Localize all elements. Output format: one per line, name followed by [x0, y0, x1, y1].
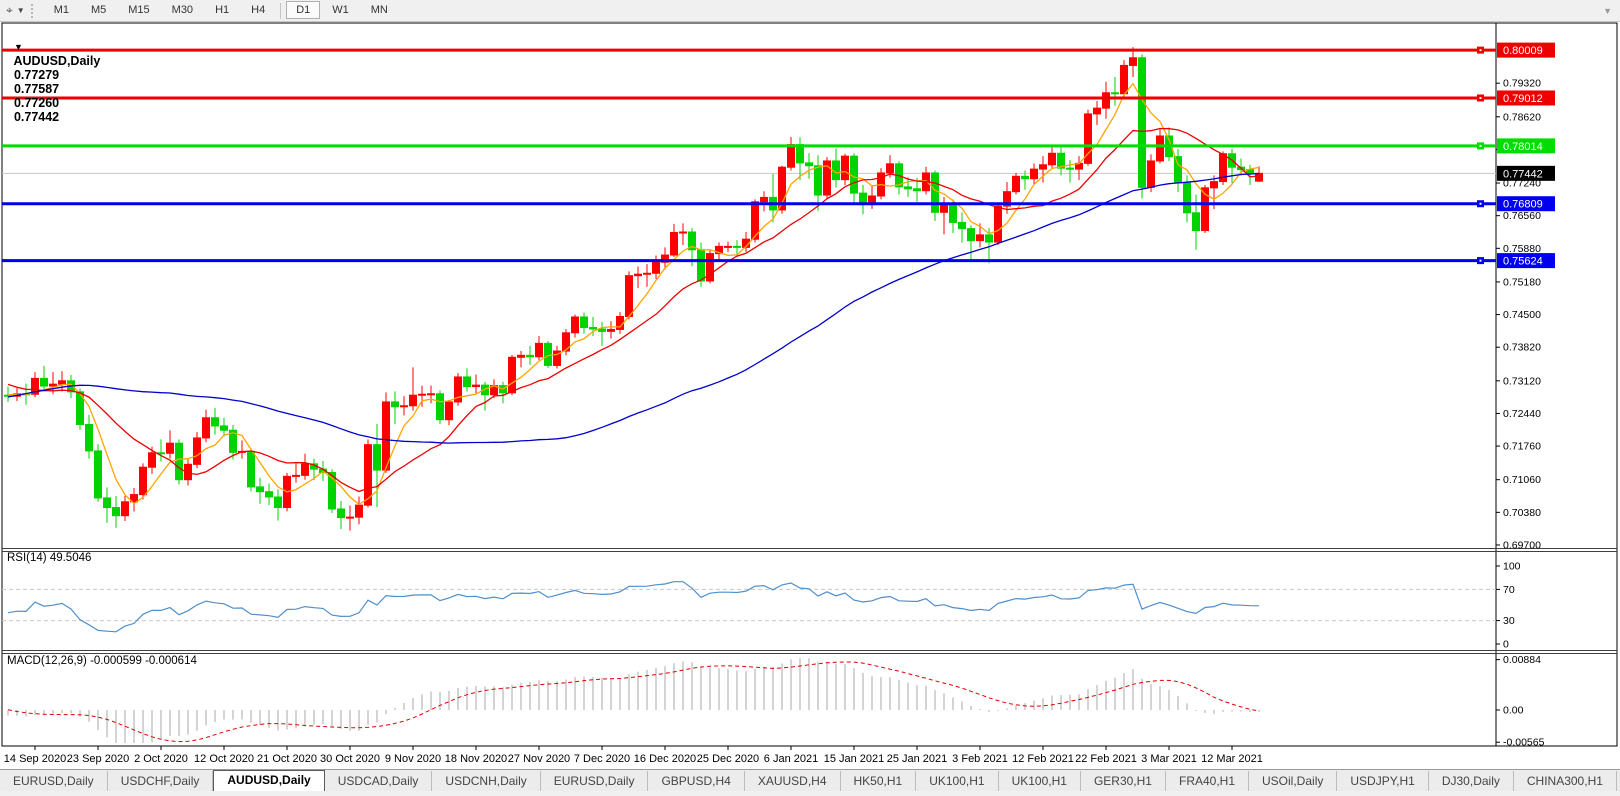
- tab-xauusd-h4[interactable]: XAUUSD,H4: [745, 771, 841, 792]
- date-tick-label: 25 Dec 2020: [697, 753, 759, 765]
- ohlc-low: 0.77260: [14, 96, 59, 110]
- date-tick-label: 12 Oct 2020: [194, 753, 254, 765]
- price-tick-label: 0.70380: [1503, 507, 1541, 519]
- date-tick-label: 22 Feb 2021: [1075, 753, 1137, 765]
- date-tick-label: 27 Nov 2020: [508, 753, 570, 765]
- rsi-tick-label: 0: [1503, 639, 1509, 651]
- date-tick-label: 16 Dec 2020: [634, 753, 696, 765]
- symbol-tabs: EURUSD,DailyUSDCHF,DailyAUDUSD,DailyUSDC…: [0, 770, 1620, 792]
- price-tick-label: 0.72440: [1503, 408, 1541, 420]
- date-tick-label: 23 Sep 2020: [67, 753, 129, 765]
- chart-title: ▼ AUDUSD,Daily 0.77279 0.77587 0.77260 0…: [7, 26, 100, 124]
- tab-ger30-h1[interactable]: GER30,H1: [1081, 771, 1166, 792]
- chart-title-symbol: AUDUSD,Daily: [13, 54, 100, 68]
- price-tick-label: 0.78620: [1503, 111, 1541, 123]
- date-tick-label: 9 Nov 2020: [385, 753, 441, 765]
- macd-indicator-label: MACD(12,26,9) -0.000599 -0.000614: [7, 655, 197, 667]
- date-tick-label: 2 Oct 2020: [134, 753, 188, 765]
- date-tick-label: 12 Mar 2021: [1201, 753, 1263, 765]
- current-price-badge-label: 0.77442: [1503, 168, 1543, 180]
- price-tick-label: 0.71760: [1503, 441, 1541, 453]
- tab-usoil-daily[interactable]: USOil,Daily: [1249, 771, 1337, 792]
- tab-fra40-h1[interactable]: FRA40,H1: [1166, 771, 1249, 792]
- price-tick-label: 0.73120: [1503, 375, 1541, 387]
- price-tick-label: 0.73820: [1503, 342, 1541, 354]
- ohlc-close: 0.77442: [14, 110, 59, 124]
- tab-uk100-h1[interactable]: UK100,H1: [999, 771, 1081, 792]
- date-tick-label: 14 Sep 2020: [4, 753, 66, 765]
- timeframe-button-h1[interactable]: H1: [205, 1, 239, 19]
- price-tick-label: 0.71060: [1503, 474, 1541, 486]
- tab-usdcad-daily[interactable]: USDCAD,Daily: [325, 771, 433, 792]
- timeframe-button-m5[interactable]: M5: [81, 1, 116, 19]
- date-tick-label: 3 Feb 2021: [952, 753, 1008, 765]
- date-tick-label: 21 Oct 2020: [257, 753, 317, 765]
- macd-tick-label: 0.00: [1503, 705, 1524, 717]
- window-bottom-strip: [0, 791, 1620, 796]
- price-chart-canvas[interactable]: 0.793200.786200.779400.772400.765600.758…: [0, 21, 1620, 769]
- date-tick-label: 15 Jan 2021: [824, 753, 885, 765]
- hline-price-badge-label: 0.78014: [1503, 141, 1543, 153]
- date-tick-label: 18 Nov 2020: [445, 753, 507, 765]
- timeframe-button-h4[interactable]: H4: [241, 1, 275, 19]
- symbol-tab-bar: EURUSD,DailyUSDCHF,DailyAUDUSD,DailyUSDC…: [0, 769, 1620, 792]
- hline-price-badge-label: 0.75624: [1503, 256, 1543, 268]
- chart-window-frame: [2, 23, 1617, 746]
- tab-hk50-h1[interactable]: HK50,H1: [841, 771, 917, 792]
- timeframe-toolbar: ⌖ ▼ M1M5M15M30H1H4 D1W1MN ▼: [0, 0, 1620, 22]
- price-tick-label: 0.75880: [1503, 243, 1541, 255]
- rsi-tick-label: 30: [1503, 615, 1515, 627]
- chevron-down-icon[interactable]: ▼: [17, 6, 29, 15]
- date-tick-label: 30 Oct 2020: [320, 753, 380, 765]
- rsi-tick-label: 70: [1503, 584, 1515, 596]
- price-tick-label: 0.76560: [1503, 210, 1541, 222]
- date-tick-label: 7 Dec 2020: [574, 753, 630, 765]
- date-tick-label: 25 Jan 2021: [887, 753, 948, 765]
- ohlc-high: 0.77587: [14, 82, 59, 96]
- timeframe-button-m1[interactable]: M1: [44, 1, 79, 19]
- timeframe-button-w1[interactable]: W1: [322, 1, 359, 19]
- rsi-tick-label: 100: [1503, 561, 1521, 573]
- tab-gbpusd-h4[interactable]: GBPUSD,H4: [648, 771, 744, 792]
- price-tick-label: 0.75180: [1503, 276, 1541, 288]
- tab-usdcnh-daily[interactable]: USDCNH,Daily: [432, 771, 540, 792]
- tab-audusd-daily[interactable]: AUDUSD,Daily: [213, 770, 324, 792]
- hline-price-badge-label: 0.76809: [1503, 199, 1543, 211]
- date-tick-label: 12 Feb 2021: [1012, 753, 1074, 765]
- timeframe-buttons: M1M5M15M30H1H4 D1W1MN: [43, 3, 399, 19]
- hline-price-badge-label: 0.80009: [1503, 45, 1543, 57]
- tab-usdjpy-h1[interactable]: USDJPY,H1: [1337, 771, 1428, 792]
- timeframe-button-d1[interactable]: D1: [286, 1, 320, 19]
- macd-tick-label: 0.00884: [1503, 654, 1541, 666]
- hline-price-badge-label: 0.79012: [1503, 93, 1543, 105]
- tab-uk100-h1[interactable]: UK100,H1: [916, 771, 998, 792]
- tab-usdchf-daily[interactable]: USDCHF,Daily: [108, 771, 214, 792]
- date-tick-label: 3 Mar 2021: [1141, 753, 1197, 765]
- timeframe-button-mn[interactable]: MN: [361, 1, 398, 19]
- timeframe-button-m30[interactable]: M30: [162, 1, 203, 19]
- tab-dj30-daily[interactable]: DJ30,Daily: [1429, 771, 1514, 792]
- tab-eurusd-daily[interactable]: EURUSD,Daily: [541, 771, 649, 792]
- price-tick-label: 0.69700: [1503, 539, 1541, 551]
- toolbar-separator: [280, 3, 281, 19]
- tab-eurusd-daily[interactable]: EURUSD,Daily: [0, 771, 108, 792]
- ohlc-open: 0.77279: [14, 68, 59, 82]
- toolbar-grip-handle[interactable]: [31, 4, 37, 18]
- timeframe-button-m15[interactable]: M15: [118, 1, 159, 19]
- toolbar-overflow-icon[interactable]: ▼: [1603, 6, 1620, 16]
- tab-china300-h1[interactable]: CHINA300,H1: [1514, 771, 1617, 792]
- price-tick-label: 0.79320: [1503, 78, 1541, 90]
- macd-tick-label: -0.00565: [1503, 737, 1545, 749]
- symbol-caret-icon[interactable]: ▼: [14, 42, 23, 52]
- chart-cursor-icon[interactable]: ⌖: [0, 3, 17, 18]
- rsi-indicator-label: RSI(14) 49.5046: [7, 552, 91, 564]
- price-tick-label: 0.74500: [1503, 309, 1541, 321]
- date-tick-label: 6 Jan 2021: [764, 753, 818, 765]
